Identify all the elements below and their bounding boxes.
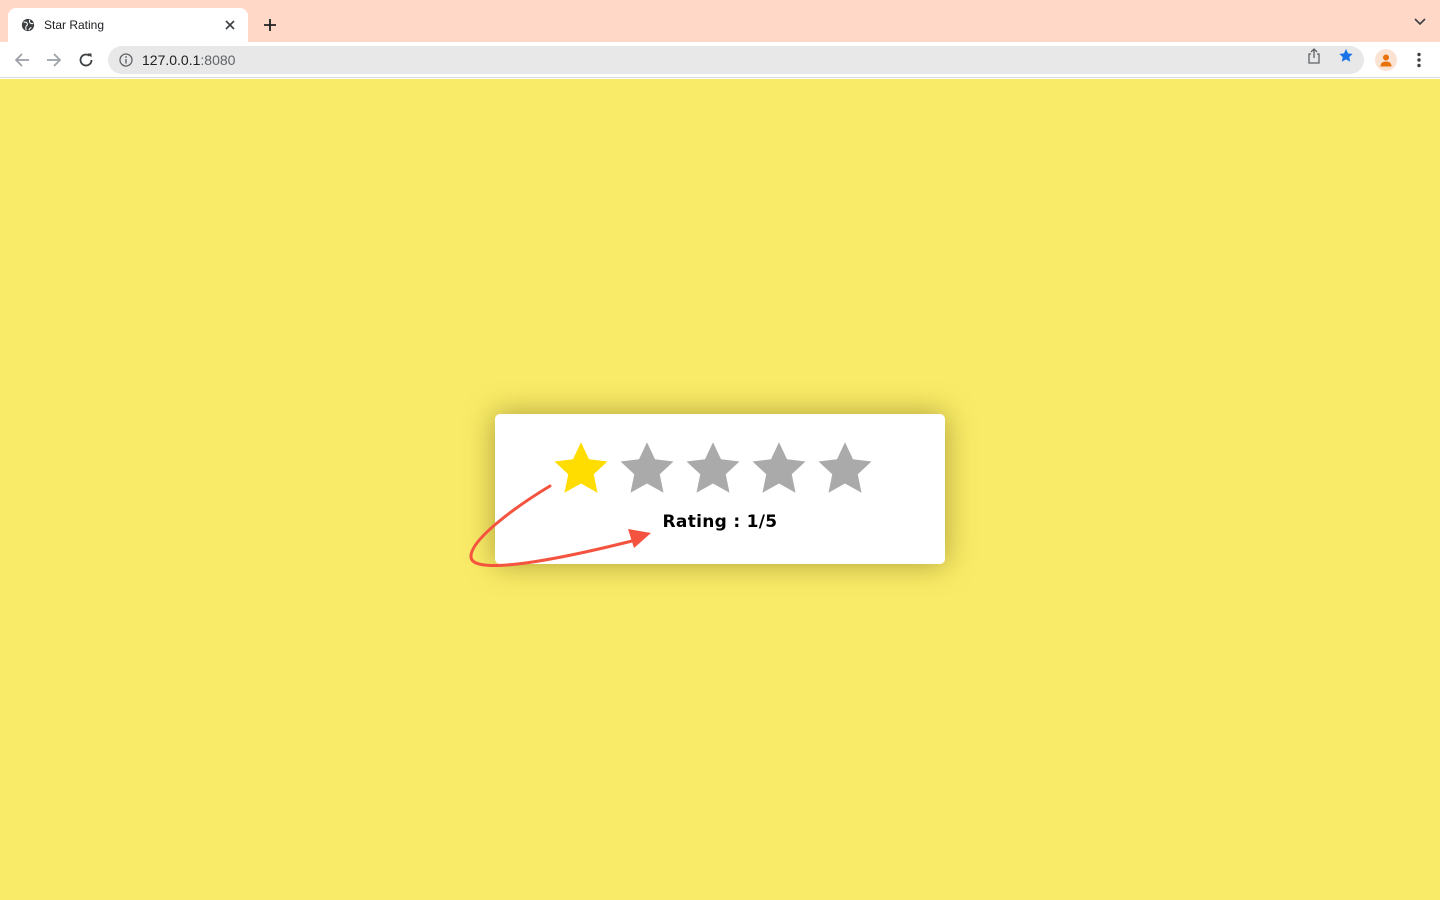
page-viewport: Rating : 1/5 xyxy=(0,79,1440,900)
reload-icon xyxy=(79,53,93,67)
star-5-icon[interactable] xyxy=(815,439,875,499)
plus-icon xyxy=(264,19,276,31)
url-host: 127.0.0.1 xyxy=(142,52,201,68)
bookmark-button[interactable] xyxy=(1338,48,1354,64)
globe-icon xyxy=(20,17,36,33)
profile-button[interactable] xyxy=(1375,49,1397,71)
chevron-down-icon xyxy=(1414,18,1426,26)
url-port: :8080 xyxy=(200,52,236,68)
tab-title: Star Rating xyxy=(44,18,105,32)
star-rating-stars xyxy=(551,439,875,499)
tab-strip: Star Rating xyxy=(0,0,1440,42)
close-icon[interactable] xyxy=(222,17,238,33)
tab-star-rating[interactable]: Star Rating xyxy=(8,8,248,42)
browser-toolbar: 127.0.0.1:8080 xyxy=(0,42,1440,78)
share-icon xyxy=(1308,48,1320,64)
new-tab-button[interactable] xyxy=(258,13,282,37)
star-4-icon[interactable] xyxy=(749,439,809,499)
browser-menu-button[interactable] xyxy=(1410,50,1428,70)
kebab-menu-icon xyxy=(1417,52,1421,68)
forward-arrow-icon xyxy=(47,53,62,67)
url-text: 127.0.0.1:8080 xyxy=(142,52,235,68)
forward-button[interactable] xyxy=(42,48,66,72)
tab-search-button[interactable] xyxy=(1412,14,1428,30)
rating-text: Rating : 1/5 xyxy=(662,512,778,532)
back-arrow-icon xyxy=(14,53,29,67)
bookmark-star-icon xyxy=(1339,49,1353,62)
reload-button[interactable] xyxy=(74,48,98,72)
back-button[interactable] xyxy=(10,48,34,72)
share-button[interactable] xyxy=(1306,48,1322,64)
star-2-icon[interactable] xyxy=(617,439,677,499)
browser-window: Star Rating 127.0.0.1:8080 Rating: 1/5 xyxy=(0,0,1440,900)
address-bar[interactable]: 127.0.0.1:8080 xyxy=(108,46,1364,74)
star-3-icon[interactable] xyxy=(683,439,743,499)
rating-card: Rating : 1/5 xyxy=(495,414,945,564)
profile-avatar-icon xyxy=(1380,54,1392,67)
star-1-icon[interactable] xyxy=(551,439,611,499)
info-icon[interactable] xyxy=(118,52,134,68)
